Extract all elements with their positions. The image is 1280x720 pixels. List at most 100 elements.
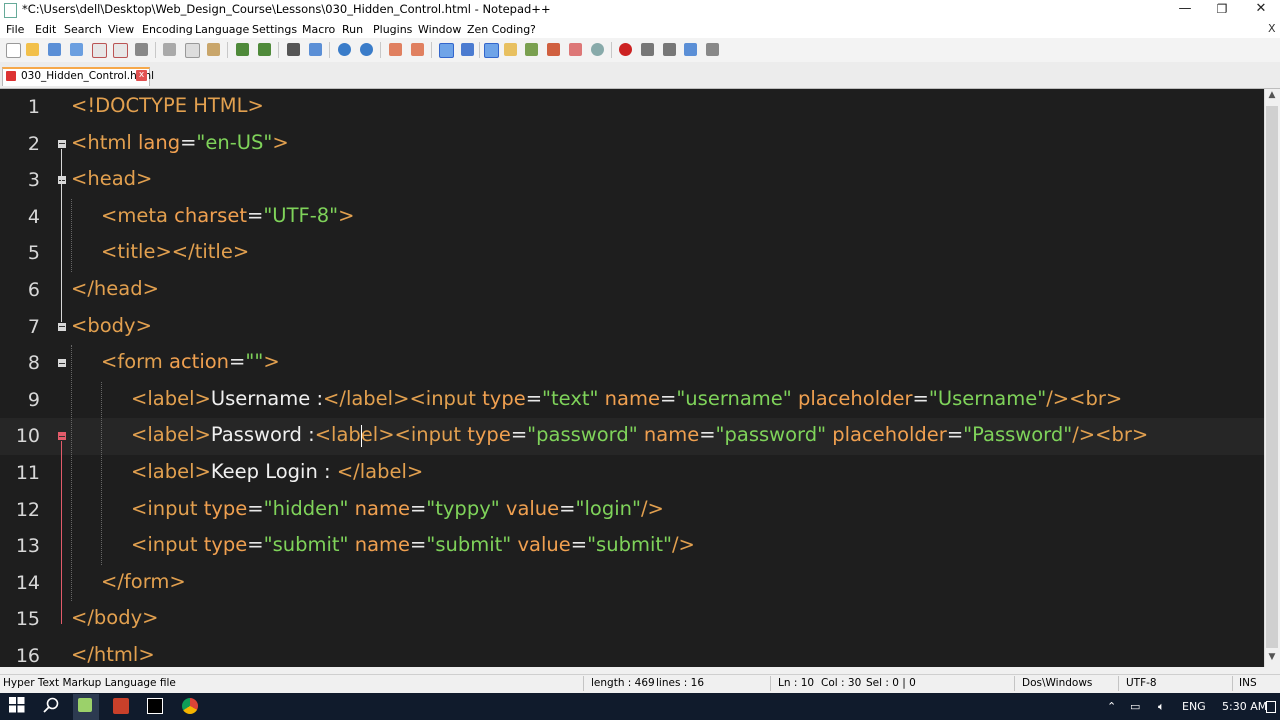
minimize-button[interactable]: — (1165, 0, 1205, 20)
menu-plugins[interactable]: Plugins (373, 23, 412, 36)
menu-search[interactable]: Search (64, 23, 102, 36)
document-map-icon[interactable] (525, 43, 538, 56)
code-text: <input type="submit" name="submit" value… (131, 533, 695, 557)
menu-run[interactable]: Run (342, 23, 363, 36)
menu-file[interactable]: File (6, 23, 24, 36)
play-macro-icon[interactable] (663, 43, 676, 56)
chrome-icon[interactable] (182, 698, 198, 714)
input-language[interactable]: ENG (1182, 700, 1206, 713)
scroll-up-icon[interactable]: ▲ (1264, 90, 1280, 104)
redo-icon[interactable] (258, 43, 271, 56)
code-line-3[interactable]: 3 <head> (0, 162, 1264, 199)
copy-icon[interactable] (185, 43, 200, 58)
fold-toggle-icon[interactable] (58, 139, 66, 148)
menu-macro[interactable]: Macro (302, 23, 335, 36)
sync-horizontal-icon[interactable] (411, 43, 424, 56)
save-icon[interactable] (48, 43, 61, 56)
tray-chevron-up-icon[interactable]: ⌃ (1107, 700, 1116, 713)
windows-start-icon[interactable] (9, 697, 27, 715)
code-line-13[interactable]: 13 <input type="submit" name="submit" val… (0, 528, 1264, 565)
window-title: *C:\Users\dell\Desktop\Web_Design_Course… (22, 2, 551, 16)
line-number: 14 (15, 571, 40, 594)
line-number: 13 (15, 535, 40, 558)
code-line-4[interactable]: 4 <meta charset="UTF-8"> (0, 199, 1264, 236)
tab-bar (0, 62, 1280, 89)
code-line-10[interactable]: 10 <label>Password :<label><input type="p… (0, 418, 1264, 455)
code-line-5[interactable]: 5 <title></title> (0, 235, 1264, 272)
sync-vertical-icon[interactable] (389, 43, 402, 56)
tab-close-icon[interactable]: x (136, 70, 147, 81)
scroll-down-icon[interactable]: ▼ (1264, 652, 1280, 666)
code-line-15[interactable]: 15 </body> (0, 601, 1264, 638)
menu-view[interactable]: View (108, 23, 134, 36)
fold-toggle-icon[interactable] (58, 359, 66, 368)
code-editor[interactable]: 1 <!DOCTYPE HTML> 2 <html lang="en-US"> 3 <he… (0, 89, 1264, 667)
fold-connector (61, 441, 62, 625)
network-icon[interactable]: ▭ (1130, 700, 1140, 713)
volume-icon[interactable]: 🔈︎ (1158, 700, 1165, 714)
code-line-2[interactable]: 2 <html lang="en-US"> (0, 126, 1264, 163)
code-text: </head> (71, 277, 159, 300)
code-line-9[interactable]: 9 <label>Username :</label><input type="t… (0, 382, 1264, 419)
code-line-7[interactable]: 7 <body> (0, 309, 1264, 346)
code-line-1[interactable]: 1 <!DOCTYPE HTML> (0, 89, 1264, 126)
folder-as-workspace-icon[interactable] (569, 43, 582, 56)
close-window-button[interactable]: ✕ (1241, 0, 1280, 20)
line-number: 10 (15, 425, 40, 448)
toolbar-separator (380, 42, 381, 58)
code-line-8[interactable]: 8 <form action=""> (0, 345, 1264, 382)
replace-icon[interactable] (309, 43, 322, 56)
toolbar-separator (227, 42, 228, 58)
powerpoint-icon[interactable] (113, 698, 129, 714)
run-macro-multiple-icon[interactable] (684, 43, 697, 56)
indent-guide-icon[interactable] (484, 43, 499, 58)
search-icon[interactable] (43, 697, 61, 715)
menu-zen-coding[interactable]: Zen Coding (467, 23, 530, 36)
print-icon[interactable] (135, 43, 148, 56)
stop-recording-icon[interactable] (641, 43, 654, 56)
code-line-11[interactable]: 11 <label>Keep Login : </label> (0, 455, 1264, 492)
code-line-12[interactable]: 12 <input type="hidden" name="typpy" valu… (0, 492, 1264, 529)
code-line-14[interactable]: 14 </form> (0, 565, 1264, 602)
zoom-in-icon[interactable] (338, 43, 351, 56)
terminal-icon[interactable] (147, 698, 163, 714)
menu-edit[interactable]: Edit (35, 23, 56, 36)
scrollbar-thumb[interactable] (1266, 106, 1278, 648)
restore-button[interactable]: ❐ (1202, 0, 1242, 20)
undo-icon[interactable] (236, 43, 249, 56)
word-wrap-icon[interactable] (439, 43, 454, 58)
menu-settings[interactable]: Settings (252, 23, 297, 36)
show-all-characters-icon[interactable] (461, 43, 474, 56)
find-icon[interactable] (287, 43, 300, 56)
monitoring-icon[interactable] (591, 43, 604, 56)
fold-toggle-icon[interactable] (58, 322, 66, 331)
close-icon[interactable] (92, 43, 107, 58)
menu-language[interactable]: Language (195, 23, 249, 36)
status-column: Col : 30 (821, 677, 862, 689)
zoom-out-icon[interactable] (360, 43, 373, 56)
save-all-icon[interactable] (70, 43, 83, 56)
menu-window[interactable]: Window (418, 23, 461, 36)
function-list-icon[interactable] (547, 43, 560, 56)
code-line-16[interactable]: 16 </html> (0, 638, 1264, 667)
record-macro-icon[interactable] (619, 43, 632, 56)
code-line-6[interactable]: 6 </head> (0, 272, 1264, 309)
close-document-x[interactable]: X (1268, 22, 1276, 35)
paste-icon[interactable] (207, 43, 220, 56)
open-file-icon[interactable] (26, 43, 39, 56)
save-macro-icon[interactable] (706, 43, 719, 56)
line-number: 11 (15, 462, 40, 484)
unsaved-file-icon (6, 71, 16, 81)
notifications-icon[interactable] (1266, 701, 1276, 713)
clock-time[interactable]: 5:30 AM (1222, 700, 1267, 713)
new-file-icon[interactable] (6, 43, 21, 58)
fold-toggle-icon[interactable] (58, 176, 66, 185)
user-language-icon[interactable] (504, 43, 517, 56)
status-separator (1118, 676, 1119, 691)
close-all-icon[interactable] (113, 43, 128, 58)
fold-toggle-icon[interactable] (58, 432, 66, 441)
cut-icon[interactable] (163, 43, 176, 56)
menu-help[interactable]: ? (530, 23, 536, 36)
toolbar-separator (155, 42, 156, 58)
menu-encoding[interactable]: Encoding (142, 23, 193, 36)
